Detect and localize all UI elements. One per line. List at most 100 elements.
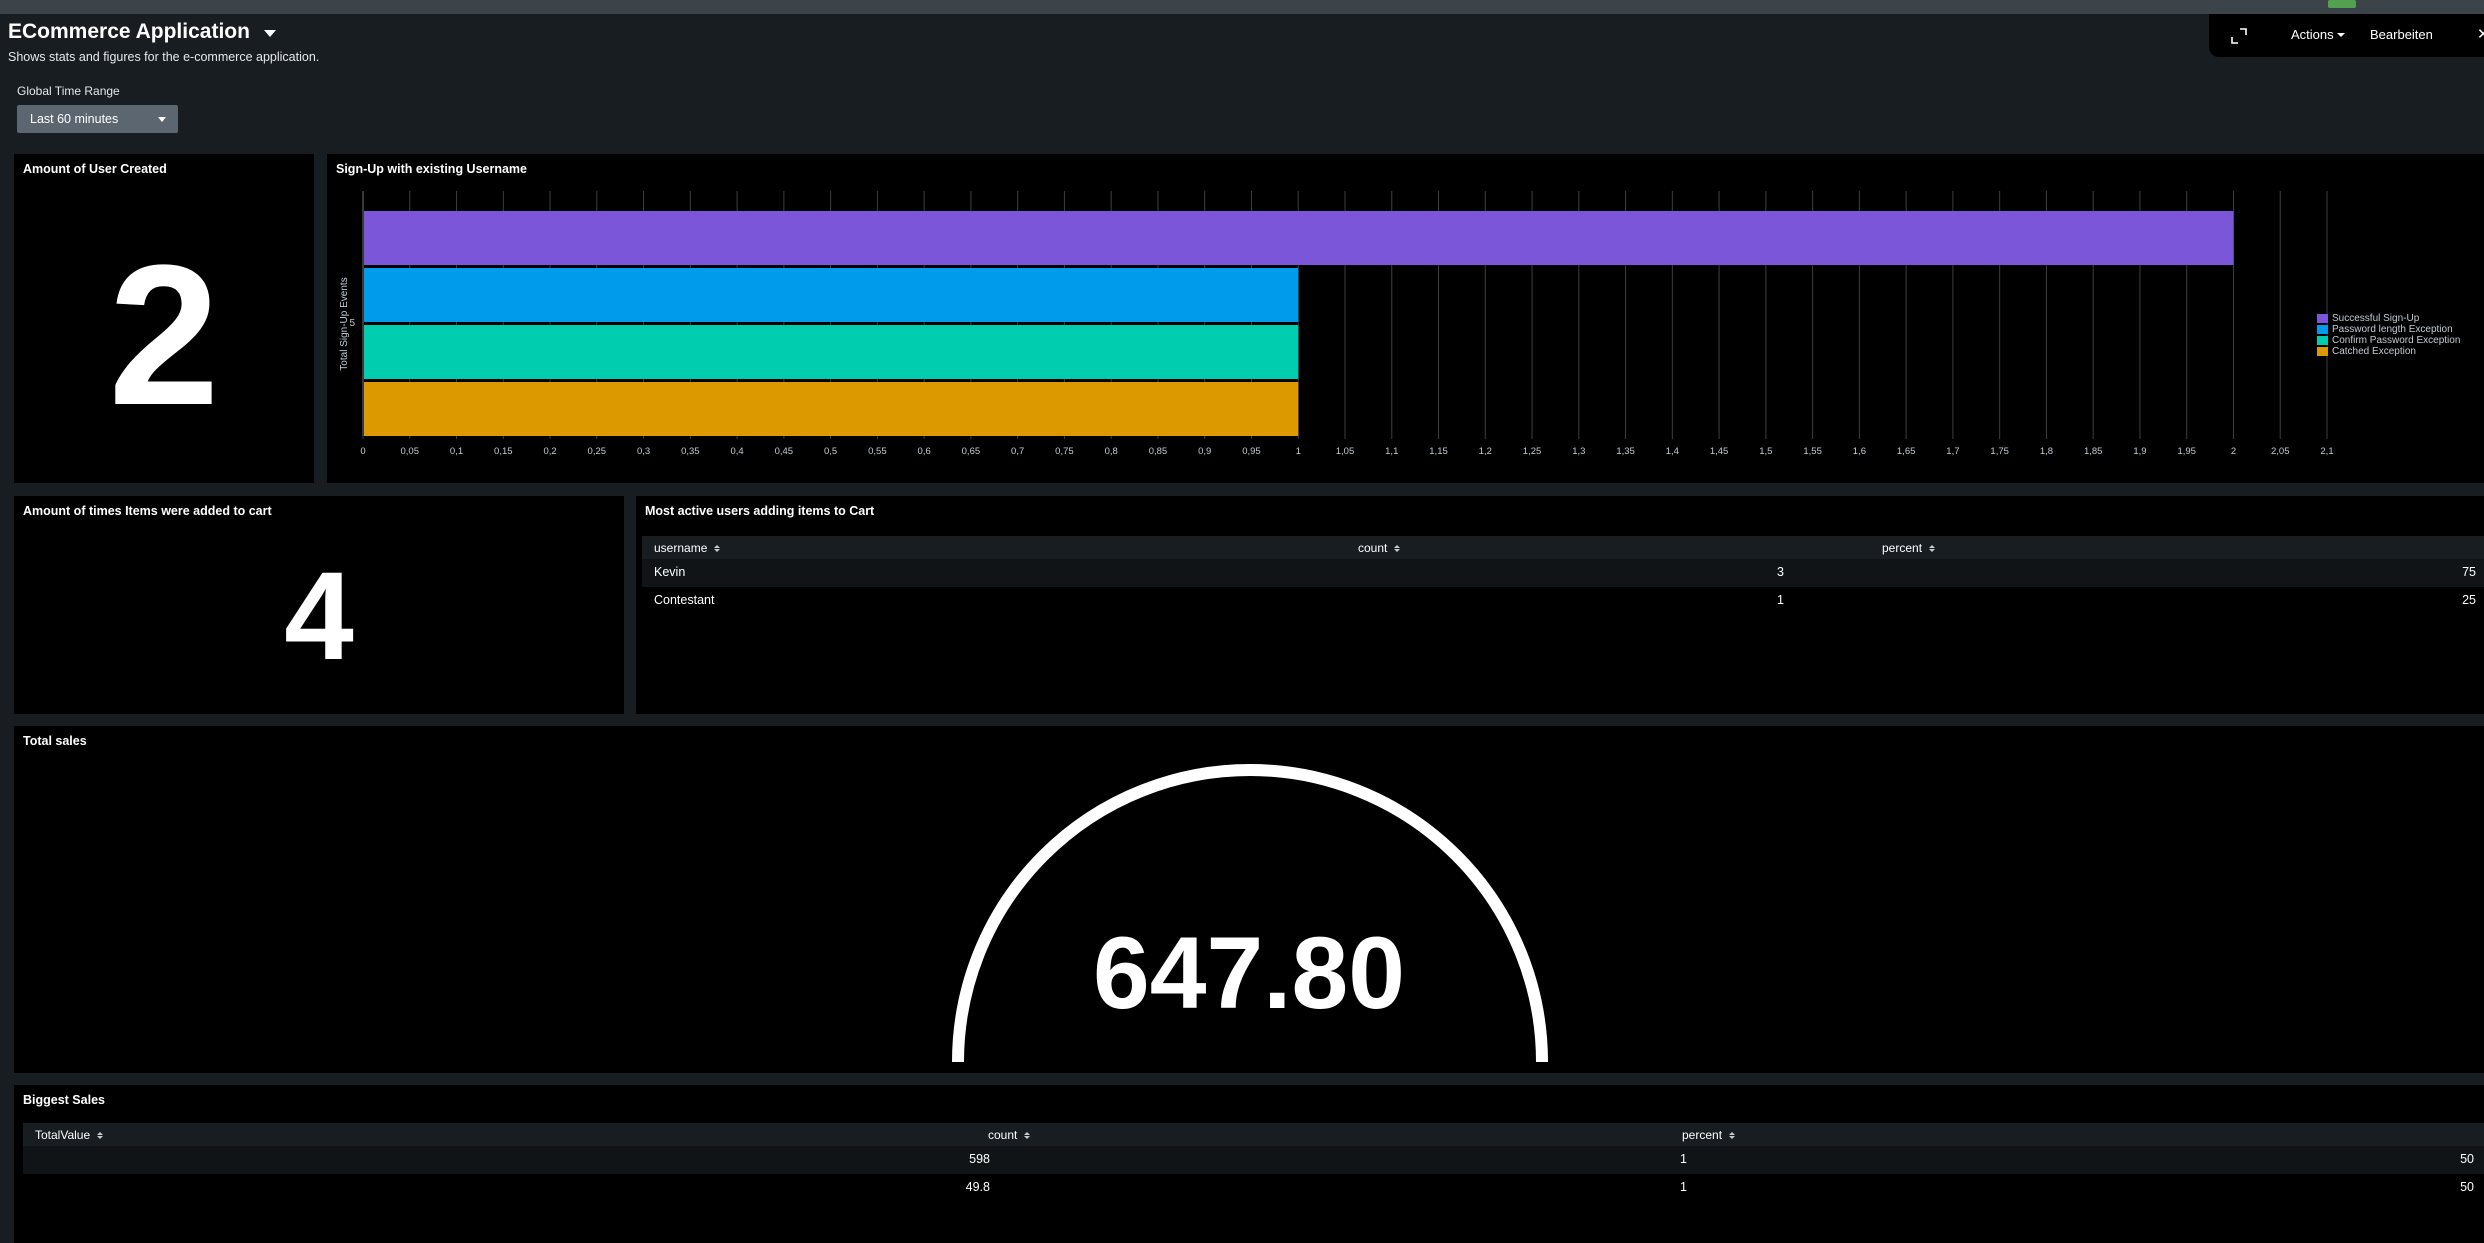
panel-title: Biggest Sales xyxy=(23,1093,105,1107)
x-tick-label: 1,75 xyxy=(1990,446,2009,457)
x-tick-label: 0,15 xyxy=(494,446,513,457)
x-tick-label: 0,6 xyxy=(918,446,931,457)
column-header-percent[interactable]: percent xyxy=(1682,1128,1736,1142)
cell-percent: 25 xyxy=(2462,593,2476,607)
legend-label: Catched Exception xyxy=(2332,346,2416,357)
x-tick-label: 0,25 xyxy=(588,446,607,457)
sort-icon xyxy=(1394,544,1401,552)
column-header-totalvalue[interactable]: TotalValue xyxy=(35,1128,104,1142)
actions-label: Actions xyxy=(2291,27,2334,42)
x-tick-label: 1,05 xyxy=(1336,446,1355,457)
chevron-down-icon xyxy=(158,117,166,122)
panel-cart-adds: Amount of times Items were added to cart… xyxy=(14,496,624,714)
sort-icon xyxy=(714,544,721,552)
column-label: percent xyxy=(1682,1128,1723,1142)
time-range-label: Global Time Range xyxy=(17,84,120,98)
actions-menu-button[interactable]: Actions xyxy=(2291,27,2345,42)
cell-totalvalue: 598 xyxy=(969,1152,990,1166)
expand-icon[interactable] xyxy=(2230,27,2248,45)
chart-legend: Successful Sign-Up Password length Except… xyxy=(2317,313,2460,357)
cell-count: 1 xyxy=(1680,1180,1687,1194)
x-tick-label: 0,35 xyxy=(681,446,700,457)
bar[interactable] xyxy=(364,268,1299,322)
time-range-picker[interactable]: Last 60 minutes xyxy=(17,105,178,133)
bar[interactable] xyxy=(364,325,1299,379)
table-row: Contestant 1 25 xyxy=(642,587,2484,615)
table-row: 49.8 1 50 xyxy=(23,1174,2484,1202)
cell-percent: 50 xyxy=(2460,1180,2474,1194)
x-tick-label: 0,8 xyxy=(1105,446,1118,457)
cell-username: Kevin xyxy=(654,565,686,579)
x-tick-label: 0,45 xyxy=(775,446,794,457)
legend-item[interactable]: Successful Sign-Up xyxy=(2317,313,2460,324)
x-tick-label: 1,15 xyxy=(1429,446,1448,457)
column-label: percent xyxy=(1882,541,1923,555)
x-tick-label: 1,2 xyxy=(1479,446,1492,457)
column-header-count[interactable]: count xyxy=(988,1128,1031,1142)
cell-percent: 50 xyxy=(2460,1152,2474,1166)
gauge-value: 647.80 xyxy=(1093,916,1405,1030)
x-tick-label: 0,05 xyxy=(401,446,420,457)
x-tick-label: 0,65 xyxy=(962,446,981,457)
single-value: 4 xyxy=(284,547,354,686)
panel-title: Amount of times Items were added to cart xyxy=(23,504,272,518)
bar[interactable] xyxy=(364,211,2234,265)
legend-label: Successful Sign-Up xyxy=(2332,313,2420,324)
panel-biggest-sales: Biggest Sales TotalValue count percent 5… xyxy=(14,1085,2484,1243)
x-tick-label: 0,1 xyxy=(450,446,463,457)
x-tick-label: 0,5 xyxy=(824,446,837,457)
x-tick-label: 0,85 xyxy=(1149,446,1168,457)
legend-label: Confirm Password Exception xyxy=(2332,335,2461,346)
column-header-username[interactable]: username xyxy=(654,541,721,555)
legend-label: Password length Exception xyxy=(2332,324,2453,335)
x-tick-label: 1,8 xyxy=(2040,446,2053,457)
sort-icon xyxy=(97,1131,104,1139)
active-users-table: username count percent Kevin 3 75 Contes… xyxy=(642,536,2484,626)
x-tick-label: 0,9 xyxy=(1198,446,1211,457)
title-row: ECommerce Application xyxy=(8,20,319,44)
cell-count: 1 xyxy=(1680,1152,1687,1166)
x-tick-label: 0 xyxy=(360,446,365,457)
time-range-value: Last 60 minutes xyxy=(30,112,119,126)
column-header-percent[interactable]: percent xyxy=(1882,541,1936,555)
legend-swatch xyxy=(2317,314,2328,323)
x-tick-label: 1,85 xyxy=(2084,446,2103,457)
legend-swatch xyxy=(2317,325,2328,334)
x-tick-label: 2,05 xyxy=(2271,446,2290,457)
x-tick-label: 1,45 xyxy=(1710,446,1729,457)
bar[interactable] xyxy=(364,382,1299,436)
sort-icon xyxy=(1929,544,1936,552)
legend-swatch xyxy=(2317,336,2328,345)
chevron-down-icon[interactable] xyxy=(263,30,276,37)
x-tick-label: 1 xyxy=(1296,446,1301,457)
table-header: TotalValue count percent xyxy=(23,1123,2484,1146)
legend-item[interactable]: Confirm Password Exception xyxy=(2317,335,2460,346)
x-tick-label: 1,9 xyxy=(2133,446,2146,457)
status-badge xyxy=(2328,0,2356,8)
column-label: TotalValue xyxy=(35,1128,91,1142)
panel-title: Amount of User Created xyxy=(23,162,167,176)
column-header-count[interactable]: count xyxy=(1358,541,1401,555)
x-tick-label: 0,4 xyxy=(730,446,743,457)
cell-totalvalue: 49.8 xyxy=(965,1180,990,1194)
panel-signup-chart: Sign-Up with existing Username 0 0,05 0,1 0… xyxy=(327,154,2484,483)
close-icon[interactable]: ✕ xyxy=(2477,25,2484,43)
x-tick-label: 0,55 xyxy=(868,446,887,457)
x-tick-label: 2 xyxy=(2231,446,2236,457)
sort-icon xyxy=(1729,1131,1736,1139)
x-tick-label: 1,65 xyxy=(1897,446,1916,457)
cell-username: Contestant xyxy=(654,593,715,607)
legend-item[interactable]: Catched Exception xyxy=(2317,346,2460,357)
x-tick-label: 2,1 xyxy=(2320,446,2333,457)
x-tick-label: 0,7 xyxy=(1011,446,1024,457)
x-tick-label: 0,95 xyxy=(1242,446,1261,457)
panel-title: Most active users adding items to Cart xyxy=(645,504,875,518)
legend-item[interactable]: Password length Exception xyxy=(2317,324,2460,335)
edit-button[interactable]: Bearbeiten xyxy=(2370,27,2433,42)
cell-count: 3 xyxy=(1777,565,1784,579)
x-tick-label: 1,95 xyxy=(2177,446,2196,457)
table-row: 598 1 50 xyxy=(23,1146,2484,1174)
y-axis-label: Total Sign-Up Events xyxy=(339,277,350,370)
x-tick-label: 1,4 xyxy=(1666,446,1679,457)
x-tick-label: 0,3 xyxy=(637,446,650,457)
